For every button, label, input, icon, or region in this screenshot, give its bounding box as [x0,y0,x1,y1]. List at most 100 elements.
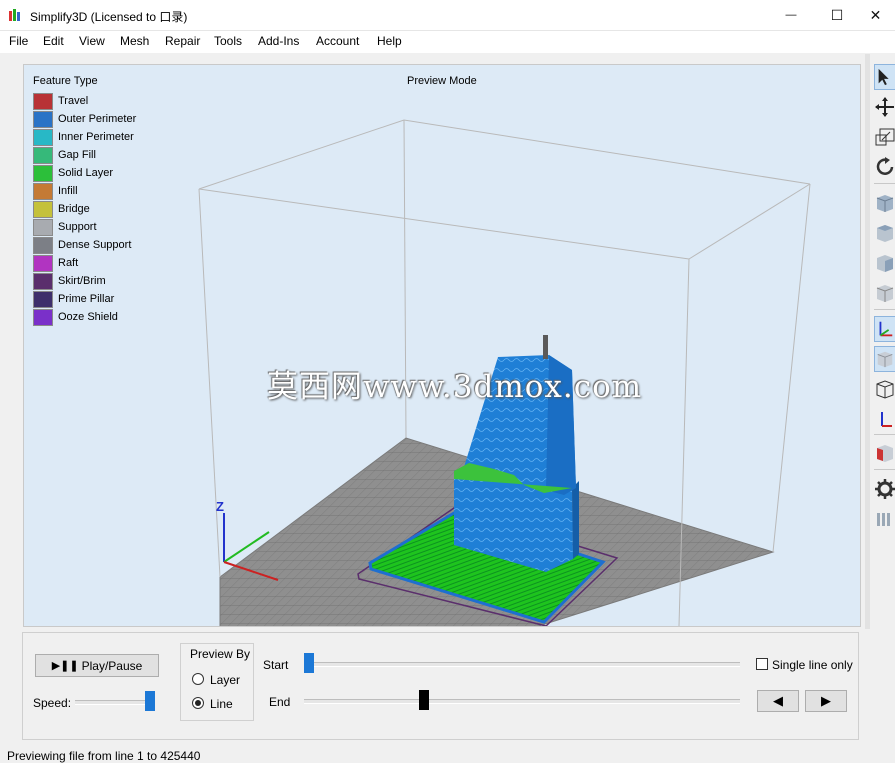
toolbar-button-move[interactable] [874,94,895,120]
preview-viewport[interactable]: Z Feature Type Preview Mode Travel Outer … [23,64,861,627]
legend-swatch [33,201,53,218]
window-title: Simplify3D (Licensed to 口录) [30,10,188,24]
layers-icon [877,513,890,526]
toolbar-button-rotate[interactable] [874,154,895,180]
single-line-label: Single line only [772,658,853,672]
menu-add-ins[interactable]: Add-Ins [258,34,299,48]
play-pause-label: Play/Pause [81,658,143,673]
watermark: 莫西网www.3dmox.com [267,369,643,405]
legend-label: Prime Pillar [58,293,115,305]
wireframe-cube-icon [876,380,894,399]
legend-label: Solid Layer [58,167,114,179]
toolbar-button-settings-gear[interactable] [874,476,895,502]
toolbar-button-build-axes[interactable] [874,406,895,432]
menu-bar: File Edit View Mesh Repair Tools Add-Ins… [0,31,895,53]
toolbar-button-wireframe-cube[interactable] [874,376,895,402]
rotate-icon [876,157,894,175]
start-label: Start [263,658,289,672]
axes-icon [879,321,893,337]
legend-swatch [33,183,53,200]
right-toolbar [872,64,895,539]
legend-label: Inner Perimeter [58,131,134,143]
legend-item: Support [33,219,193,237]
menu-file[interactable]: File [9,34,28,48]
legend-item: Inner Perimeter [33,129,193,147]
view-iso-cube-icon [876,285,894,302]
end-label: End [269,695,291,709]
toolbar-button-cross-section[interactable] [874,440,895,466]
settings-gear-icon [875,479,895,499]
legend-label: Outer Perimeter [58,113,137,125]
legend-swatch [33,147,53,164]
view-front-cube-icon [876,195,894,212]
legend-item: Outer Perimeter [33,111,193,129]
play-pause-icon: ▶❚❚ [51,660,79,672]
simplify3d-logo-icon [9,9,20,21]
toolbar-button-axes[interactable] [874,316,895,342]
menu-help[interactable]: Help [377,34,402,48]
legend-item: Gap Fill [33,147,193,165]
legend-title: Feature Type [33,75,98,87]
menu-account[interactable]: Account [316,34,359,48]
radio-line[interactable] [192,697,204,709]
legend-swatch [33,219,53,236]
toolbar-button-solid-cube[interactable] [874,346,895,372]
toolbar-button-scale[interactable] [874,124,895,150]
legend-item: Raft [33,255,193,273]
legend-label: Infill [58,185,78,197]
end-slider-thumb[interactable] [419,690,430,710]
legend-item: Solid Layer [33,165,193,183]
start-slider-track[interactable] [304,662,740,667]
toolbar-separator [874,469,895,470]
speed-slider-track[interactable] [75,700,155,705]
legend-item: Infill [33,183,193,201]
status-text: Previewing file from line 1 to 425440 [7,749,201,763]
legend-label: Bridge [58,203,90,215]
toolbar-button-select-arrow[interactable] [874,64,895,90]
speed-slider-thumb[interactable] [145,691,155,711]
build-axes-icon [881,412,892,427]
toolbar-button-view-front-cube[interactable] [874,190,895,216]
menu-edit[interactable]: Edit [43,34,64,48]
arrow-left-icon: ◀ [773,693,783,708]
radio-line-dot [195,700,201,706]
end-slider-track[interactable] [304,699,740,704]
legend-label: Raft [58,257,79,269]
single-line-checkbox[interactable] [756,658,768,670]
legend-swatch [33,165,53,182]
menu-repair[interactable]: Repair [165,34,200,48]
legend-item: Prime Pillar [33,291,193,309]
toolbar-button-view-side-cube[interactable] [874,250,895,276]
toolbar-button-view-iso-cube[interactable] [874,280,895,306]
status-bar: Previewing file from line 1 to 425440 [0,745,895,763]
play-pause-button[interactable]: ▶❚❚ Play/Pause [35,654,159,677]
toolbar-button-layers[interactable] [874,506,895,532]
close-button[interactable]: ✕ [856,0,895,30]
cross-section-icon [877,445,893,462]
menu-mesh[interactable]: Mesh [120,34,149,48]
radio-layer[interactable] [192,673,204,685]
legend-label: Support [58,221,97,233]
preview-by-group: Preview By Layer Line [180,643,254,721]
minimize-button[interactable]: — [768,0,814,30]
preview-by-label: Preview By [188,647,253,661]
legend-item: Skirt/Brim [33,273,193,291]
maximize-button[interactable]: ☐ [814,0,860,30]
minimize-icon: — [785,9,797,21]
radio-line-label: Line [210,697,233,711]
legend-item: Bridge [33,201,193,219]
menu-view[interactable]: View [79,34,105,48]
vertical-scrollbar[interactable] [865,54,870,629]
radio-layer-label: Layer [210,673,241,687]
toolbar-button-view-top-cube[interactable] [874,220,895,246]
legend-label: Gap Fill [58,149,96,161]
legend-swatch [33,111,53,128]
legend-swatch [33,273,53,290]
scale-icon [875,128,895,146]
start-slider-thumb[interactable] [304,653,314,673]
legend-item: Ooze Shield [33,309,193,327]
next-line-button[interactable]: ▶ [805,690,847,712]
previous-line-button[interactable]: ◀ [757,690,799,712]
view-top-cube-icon [877,225,893,242]
menu-tools[interactable]: Tools [214,34,242,48]
